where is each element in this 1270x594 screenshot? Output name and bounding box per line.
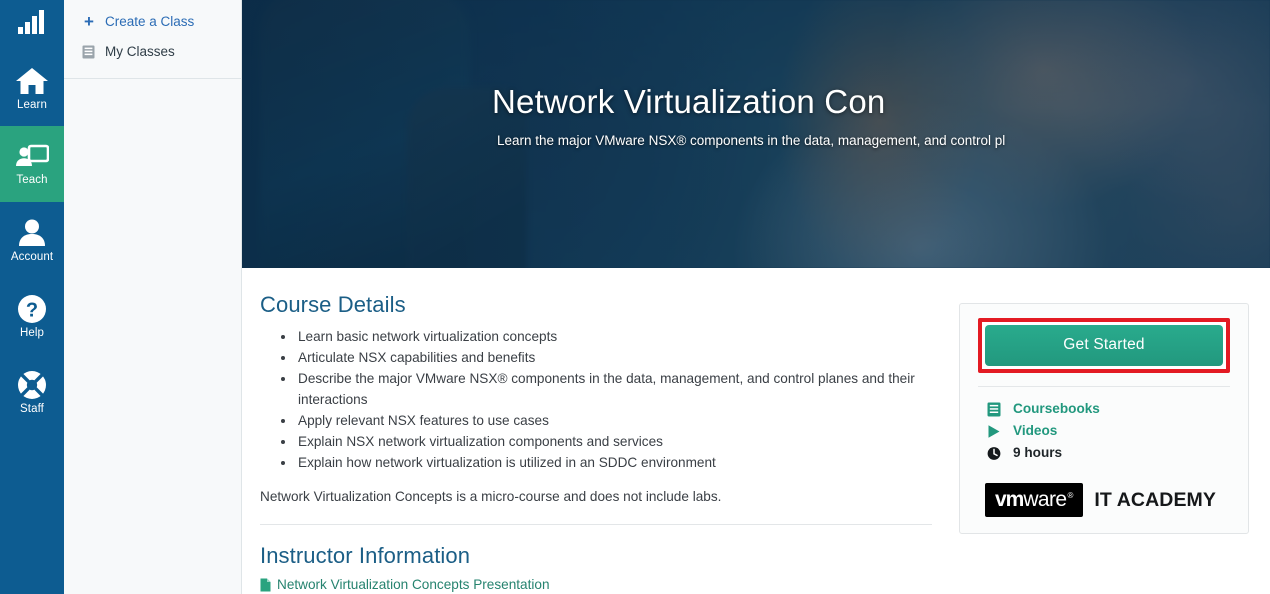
primary-nav-rail: Learn Teach Account ? Help Staff [0, 0, 64, 594]
vmware-logo-ware: ware [1023, 488, 1067, 511]
svg-text:?: ? [26, 300, 38, 322]
coursebooks-row[interactable]: Coursebooks [986, 398, 1230, 420]
list-item: Apply relevant NSX features to use cases [296, 410, 954, 431]
secondary-nav-list: + Create a Class My Classes [64, 0, 241, 79]
instructor-information-heading: Instructor Information [260, 543, 471, 568]
sidebar-item-teach[interactable]: Teach [0, 126, 64, 202]
it-academy-label: IT ACADEMY [1094, 488, 1216, 511]
get-started-highlight-annotation: Get Started [978, 318, 1230, 373]
list-item: Learn basic network virtualization conce… [296, 326, 954, 347]
registered-trademark-icon: ® [1067, 491, 1074, 500]
course-details-heading: Course Details [260, 292, 406, 317]
lifebuoy-icon [17, 370, 47, 400]
bar-chart-icon [17, 9, 47, 35]
section-divider [260, 524, 932, 525]
vmware-logo-vm: vm [995, 488, 1024, 511]
body-columns: Course Details Learn basic network virtu… [242, 268, 1270, 592]
create-a-class-link[interactable]: + Create a Class [64, 6, 241, 37]
sidebar-item-account[interactable]: Account [0, 202, 64, 278]
user-icon [17, 218, 47, 248]
book-icon [82, 45, 96, 59]
question-circle-icon: ? [17, 294, 47, 324]
duration-row: 9 hours [986, 442, 1230, 464]
list-item: Explain NSX network virtualization compo… [296, 431, 954, 452]
vmware-logo-badge: vm ware ® [985, 483, 1084, 517]
secondary-nav-panel: + Create a Class My Classes [64, 0, 242, 594]
course-info-card: Get Started Coursebooks Videos 9 hours v… [959, 303, 1249, 534]
my-classes-link[interactable]: My Classes [64, 37, 241, 66]
course-details-column: Course Details Learn basic network virtu… [242, 268, 954, 592]
vmware-it-academy-logo: vm ware ® IT ACADEMY [985, 483, 1230, 517]
course-meta-list: Coursebooks Videos 9 hours [978, 398, 1230, 464]
list-item: Articulate NSX capabilities and benefits [296, 347, 954, 368]
sidebar-item-label: Help [19, 327, 45, 340]
course-info-column: Get Started Coursebooks Videos 9 hours v… [954, 268, 1270, 534]
home-icon [15, 66, 49, 96]
page-root: Learn Teach Account ? Help Staff + Creat… [0, 0, 1270, 594]
coursebooks-label: Coursebooks [1013, 401, 1100, 416]
course-note: Network Virtualization Concepts is a mic… [260, 489, 722, 504]
card-divider [978, 386, 1230, 387]
course-objectives-list: Learn basic network virtualization conce… [260, 326, 954, 473]
play-icon [986, 424, 1002, 439]
nav-divider [64, 78, 241, 79]
plus-icon: + [84, 12, 94, 31]
instructor-presentation-link[interactable]: Network Virtualization Concepts Presenta… [260, 577, 550, 592]
sidebar-item-logo[interactable] [0, 0, 64, 50]
sidebar-item-label: Learn [17, 99, 47, 112]
sidebar-item-learn[interactable]: Learn [0, 50, 64, 126]
list-item: Describe the major VMware NSX® component… [296, 368, 954, 410]
sidebar-item-label: Account [10, 251, 54, 264]
page-title: Network Virtualization Con [492, 83, 886, 120]
get-started-button[interactable]: Get Started [985, 325, 1223, 366]
main-content: Network Virtualization Con Learn the maj… [242, 0, 1270, 594]
clock-icon [986, 446, 1002, 461]
course-hero-banner: Network Virtualization Con Learn the maj… [242, 0, 1270, 268]
sidebar-item-label: Staff [20, 403, 44, 416]
sidebar-item-label: Teach [16, 174, 48, 187]
hero-subtitle: Learn the major VMware NSX® components i… [497, 132, 1006, 148]
create-a-class-label: Create a Class [105, 14, 195, 29]
list-item: Explain how network virtualization is ut… [296, 452, 954, 473]
videos-label: Videos [1013, 423, 1058, 438]
sidebar-item-staff[interactable]: Staff [0, 354, 64, 430]
my-classes-label: My Classes [105, 44, 175, 59]
instructor-presentation-label: Network Virtualization Concepts Presenta… [277, 577, 550, 592]
file-icon [260, 578, 271, 592]
presentation-icon [15, 143, 50, 171]
sidebar-item-help[interactable]: ? Help [0, 278, 64, 354]
hero-text-block: Network Virtualization Con Learn the maj… [242, 83, 1270, 148]
book-icon [986, 402, 1002, 417]
videos-row[interactable]: Videos [986, 420, 1230, 442]
duration-label: 9 hours [1013, 445, 1063, 460]
